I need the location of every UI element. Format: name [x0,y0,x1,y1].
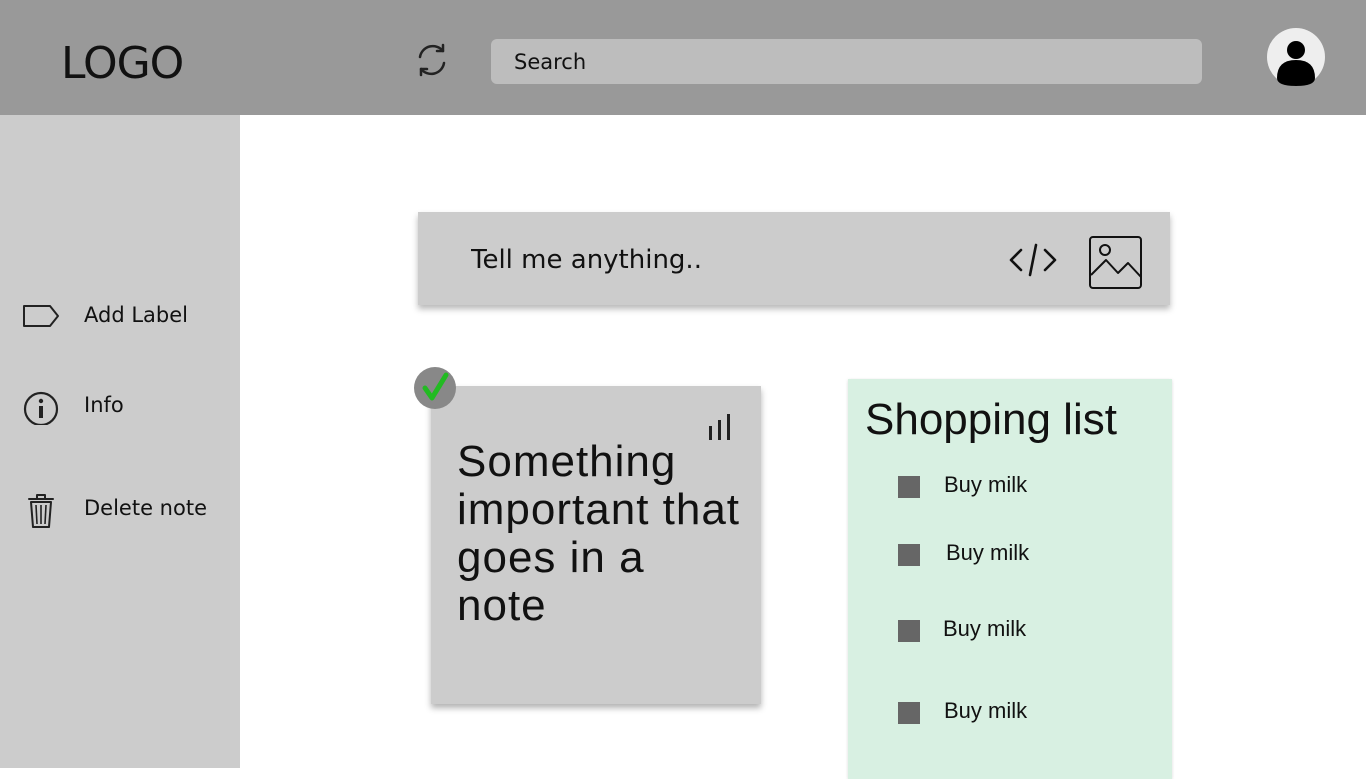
user-avatar-icon [1267,28,1325,86]
shopping-list-card[interactable]: Shopping list Buy milk Buy milk Buy milk… [848,379,1172,779]
refresh-button[interactable] [412,40,452,80]
sidebar-item-info[interactable]: Info [0,383,240,427]
label-tag-icon [23,305,59,327]
note-composer [418,212,1170,305]
note-card[interactable]: Something important that goes in a note [431,386,761,704]
list-item: Buy milk [898,697,1138,727]
user-avatar-button[interactable] [1267,28,1325,86]
item-checkbox[interactable] [898,620,920,642]
note-text: Something important that goes in a note [457,437,741,630]
image-icon [1089,236,1142,289]
sidebar-item-label: Info [84,393,124,417]
list-item: Buy milk [898,615,1138,645]
top-header: LOGO [0,0,1366,115]
item-label: Buy milk [944,472,1028,497]
info-icon [23,391,59,425]
list-item: Buy milk [898,471,1138,501]
note-select-toggle[interactable] [414,367,456,409]
sidebar-item-add-label[interactable]: Add Label [0,293,240,337]
item-checkbox[interactable] [898,476,920,498]
item-label: Buy milk [946,540,1030,565]
insert-image-button[interactable] [1088,235,1143,290]
logo: LOGO [61,38,184,89]
trash-icon [28,494,54,528]
checkmark-icon [422,372,449,401]
item-label: Buy milk [943,616,1027,641]
code-icon [1009,243,1057,277]
search-input[interactable] [491,39,1202,84]
sidebar-item-delete-note[interactable]: Delete note [0,486,240,530]
sidebar: Add Label Info Delete note [0,115,240,768]
item-checkbox[interactable] [898,544,920,566]
note-composer-input[interactable] [471,240,991,280]
shopping-list-title: Shopping list [865,395,1117,444]
refresh-icon [418,43,446,77]
sidebar-item-label: Add Label [84,303,188,327]
item-checkbox[interactable] [898,702,920,724]
sidebar-item-label: Delete note [84,496,207,520]
search-bar[interactable] [491,39,1202,84]
list-item: Buy milk [898,539,1138,569]
item-label: Buy milk [944,698,1028,723]
insert-code-button[interactable] [1008,242,1058,278]
